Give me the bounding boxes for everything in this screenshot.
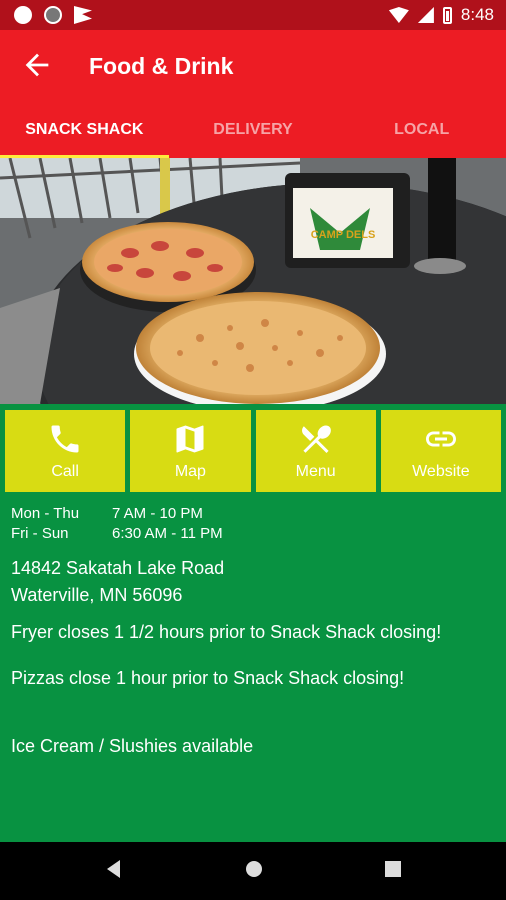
tab-local[interactable]: LOCAL <box>337 102 506 158</box>
address-line-1: 14842 Sakatah Lake Road <box>11 558 225 578</box>
hours-time: 7 AM - 10 PM <box>112 505 203 522</box>
baseball-icon <box>14 6 32 24</box>
pizza-note: Pizzas close 1 hour prior to Snack Shack… <box>11 668 405 688</box>
status-time: 8:48 <box>460 5 494 24</box>
notification-icons <box>14 6 92 24</box>
menu-button[interactable]: Menu <box>255 410 376 492</box>
system-nav-bar <box>0 842 506 900</box>
hero-image: CAMP DELS <box>0 158 506 404</box>
phone-icon <box>51 425 79 453</box>
hours: Mon - Thu 7 AM - 10 PM Fri - Sun 6:30 AM… <box>11 504 223 544</box>
hours-row: Mon - Thu 7 AM - 10 PM <box>11 504 223 524</box>
map-button[interactable]: Map <box>130 410 251 492</box>
hours-row: Fri - Sun 6:30 AM - 11 PM <box>11 524 223 544</box>
page-title: Food & Drink <box>89 53 234 79</box>
map-label: Map <box>174 463 206 480</box>
nav-back-icon[interactable] <box>104 858 122 880</box>
signal-icon <box>417 7 434 23</box>
tab-snack-shack[interactable]: SNACK SHACK <box>0 102 169 158</box>
extras-note: Ice Cream / Slushies available <box>11 736 254 756</box>
record-icon <box>44 6 62 24</box>
status-bar: 8:48 <box>0 0 506 30</box>
tab-bar: SNACK SHACK DELIVERY LOCAL <box>0 102 506 158</box>
fryer-note: Fryer closes 1 1/2 hours prior to Snack … <box>11 622 442 642</box>
map-icon <box>176 425 204 453</box>
wifi-icon <box>388 7 409 23</box>
battery-icon <box>442 6 452 24</box>
tab-delivery[interactable]: DELIVERY <box>169 102 338 158</box>
nav-recents-icon[interactable] <box>384 858 402 880</box>
napkin-holder-text: CAMP DELS <box>311 229 376 241</box>
call-button[interactable]: Call <box>5 410 126 492</box>
app-notification-icon <box>74 6 92 24</box>
hours-days: Mon - Thu <box>11 505 80 522</box>
app-bar: Food & Drink <box>0 30 506 102</box>
call-label: Call <box>51 463 79 480</box>
back-arrow-icon[interactable] <box>20 48 54 82</box>
fork-spoon-icon <box>301 425 331 453</box>
nav-home-icon[interactable] <box>243 858 265 880</box>
link-icon <box>425 431 456 447</box>
action-buttons: Call Map Menu Website <box>5 410 501 492</box>
pizza-photo: CAMP DELS <box>0 158 506 404</box>
website-label: Website <box>412 463 470 480</box>
snack-shack-info: Call Map Menu Website Mon - Thu 7 AM - 1… <box>0 404 506 842</box>
menu-label: Menu <box>295 463 336 480</box>
website-button[interactable]: Website <box>380 410 501 492</box>
hours-days: Fri - Sun <box>11 525 69 542</box>
address-line-2: Waterville, MN 56096 <box>11 585 183 605</box>
hours-time: 6:30 AM - 11 PM <box>112 525 223 542</box>
